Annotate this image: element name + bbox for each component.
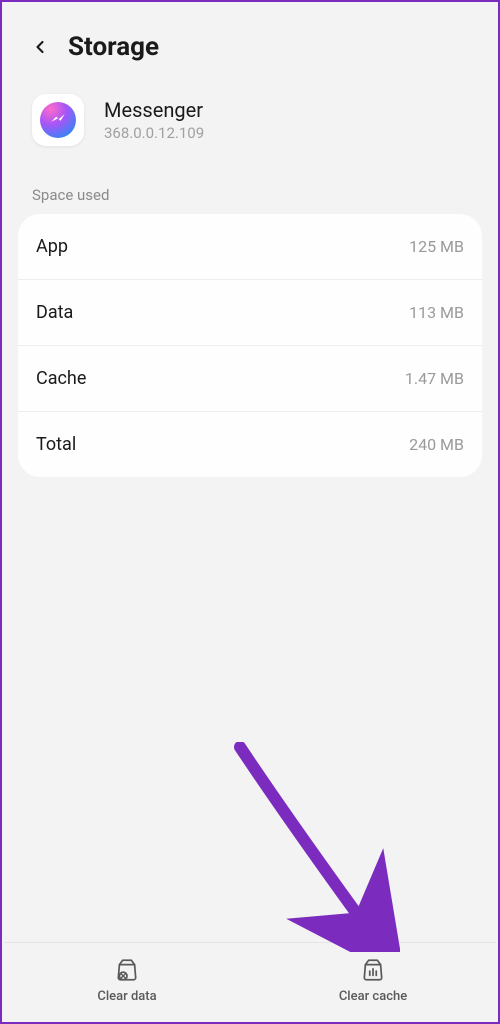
row-cache: Cache 1.47 MB [18, 346, 482, 412]
back-button[interactable] [28, 35, 52, 59]
section-label-space-used: Space used [4, 174, 496, 214]
app-icon [32, 94, 84, 146]
clear-cache-label: Clear cache [339, 989, 407, 1004]
app-info: Messenger 368.0.0.12.109 [4, 78, 496, 174]
app-version: 368.0.0.12.109 [104, 124, 204, 142]
row-total: Total 240 MB [18, 412, 482, 477]
row-data-value: 113 MB [409, 303, 464, 322]
chevron-left-icon [30, 37, 50, 57]
row-cache-value: 1.47 MB [405, 369, 464, 388]
header: Storage [4, 4, 496, 78]
row-cache-label: Cache [36, 368, 86, 389]
clear-cache-icon [360, 957, 386, 983]
page-title: Storage [68, 32, 159, 62]
row-app-label: App [36, 236, 68, 257]
row-total-value: 240 MB [409, 435, 464, 454]
row-data-label: Data [36, 302, 73, 323]
space-used-card: App 125 MB Data 113 MB Cache 1.47 MB Tot… [18, 214, 482, 477]
row-app-value: 125 MB [409, 237, 464, 256]
app-name: Messenger [104, 98, 204, 122]
clear-cache-button[interactable]: Clear cache [250, 943, 496, 1020]
row-total-label: Total [36, 434, 76, 455]
bottom-bar: Clear data Clear cache [4, 942, 496, 1020]
clear-data-label: Clear data [97, 989, 156, 1004]
row-data: Data 113 MB [18, 280, 482, 346]
row-app: App 125 MB [18, 214, 482, 280]
clear-data-button[interactable]: Clear data [4, 943, 250, 1020]
clear-data-icon [114, 957, 140, 983]
messenger-icon [40, 102, 76, 138]
